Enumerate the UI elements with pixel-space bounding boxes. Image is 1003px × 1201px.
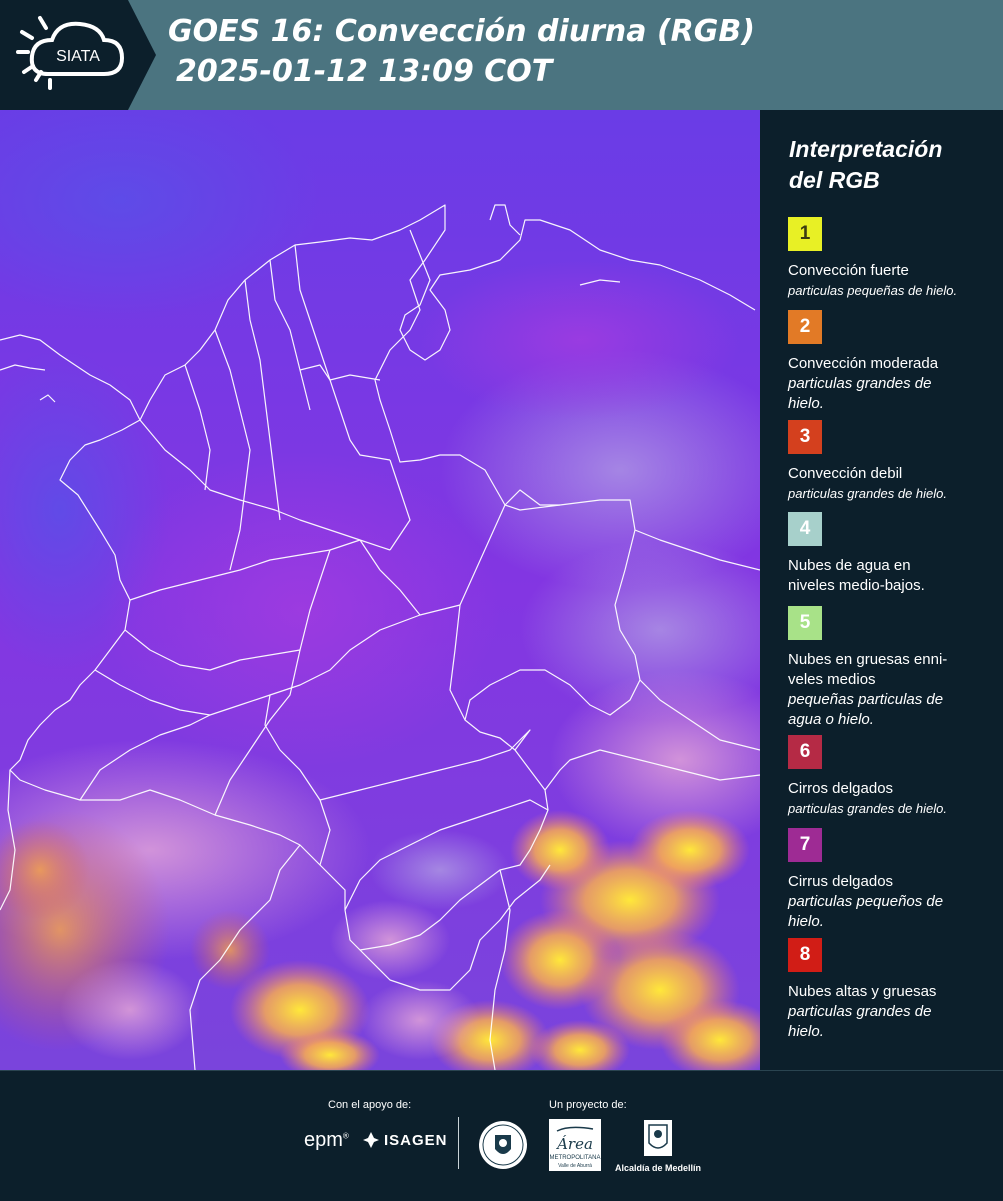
support-caption: Con el apoyo de:: [328, 1099, 412, 1111]
medellin-seal-icon: [478, 1119, 528, 1175]
legend-item-4: 4 Nubes de agua en niveles medio-bajos.: [788, 512, 998, 596]
legend-sub-5: pequeñas particulas de agua o hielo.: [788, 691, 944, 728]
legend-swatch-6: 6: [788, 735, 822, 769]
footer: Con el apoyo de: Un proyecto de: epm® IS…: [0, 1070, 1003, 1201]
alcaldia-medellin-logo: Alcaldía de Medellín: [612, 1119, 704, 1173]
svg-text:METROPOLITANA: METROPOLITANA: [550, 1155, 601, 1161]
project-caption: Un proyecto de:: [549, 1099, 627, 1111]
svg-text:Área: Área: [555, 1135, 593, 1153]
alcaldia-label: Alcaldía de Medellín: [614, 1163, 702, 1173]
legend-sub-1: particulas pequeñas de hielo.: [788, 283, 958, 298]
legend-title-line2: del RGB: [789, 167, 880, 193]
epm-logo: epm®: [304, 1129, 349, 1151]
legend-sub-8: particulas grandes de hielo.: [788, 1003, 932, 1040]
legend-title-line1: Interpretación: [789, 136, 943, 162]
alcaldia-shield-icon: [644, 1120, 672, 1156]
timestamp: 2025-01-12 13:09 COT: [176, 54, 553, 89]
legend-sub-2: particulas grandes de hielo.: [788, 375, 932, 412]
legend-swatch-2: 2: [788, 310, 822, 344]
legend-swatch-4: 4: [788, 512, 822, 546]
legend-item-6: 6 Cirros delgados particulas grandes de …: [788, 735, 998, 819]
isagen-mark-icon: [363, 1132, 379, 1148]
legend-swatch-7: 7: [788, 828, 822, 862]
legend-title: Interpretación del RGB: [789, 134, 989, 196]
area-metropolitana-logo: Área METROPOLITANA Valle de Aburrá: [549, 1119, 601, 1175]
legend-label-5: Nubes en gruesas enni-veles medios: [788, 651, 948, 688]
legend-item-7: 7 Cirrus delgados particulas pequeños de…: [788, 828, 998, 932]
legend-sub-6: particulas grandes de hielo.: [788, 801, 947, 816]
legend-swatch-1: 1: [788, 217, 822, 251]
header-bar: SIATA GOES 16: Convección diurna (RGB) 2…: [0, 0, 1003, 110]
legend-label-4: Nubes de agua en niveles medio-bajos.: [788, 557, 925, 594]
legend-label-1: Convección fuerte: [788, 262, 909, 279]
legend-item-2: 2 Convección moderada particulas grandes…: [788, 310, 998, 414]
legend-swatch-8: 8: [788, 938, 822, 972]
legend-swatch-3: 3: [788, 420, 822, 454]
isagen-logo: ISAGEN: [362, 1131, 448, 1149]
legend-label-8: Nubes altas y gruesas: [788, 983, 937, 1000]
satellite-rgb-image: [0, 110, 760, 1070]
siata-logo: SIATA: [0, 0, 160, 110]
svg-text:Valle de Aburrá: Valle de Aburrá: [558, 1163, 592, 1169]
legend-label-7: Cirrus delgados: [788, 873, 894, 890]
legend-sub-7: particulas pequeños de hielo.: [788, 893, 944, 930]
footer-divider: [458, 1117, 459, 1169]
legend-sub-3: particulas grandes de hielo.: [788, 486, 947, 501]
legend-panel: Interpretación del RGB 1 Convección fuer…: [760, 110, 1003, 1070]
legend-label-6: Cirros delgados: [788, 780, 894, 797]
siata-logo-text: SIATA: [56, 48, 100, 65]
legend-item-5: 5 Nubes en gruesas enni-veles medios peq…: [788, 606, 998, 730]
legend-item-8: 8 Nubes altas y gruesas particulas grand…: [788, 938, 998, 1042]
legend-label-2: Convección moderada: [788, 355, 939, 372]
legend-label-3: Convección debil: [788, 465, 903, 482]
legend-swatch-5: 5: [788, 606, 822, 640]
page-title: GOES 16: Convección diurna (RGB): [168, 14, 755, 49]
legend-item-1: 1 Convección fuerte particulas pequeñas …: [788, 217, 998, 301]
legend-item-3: 3 Convección debil particulas grandes de…: [788, 420, 998, 504]
